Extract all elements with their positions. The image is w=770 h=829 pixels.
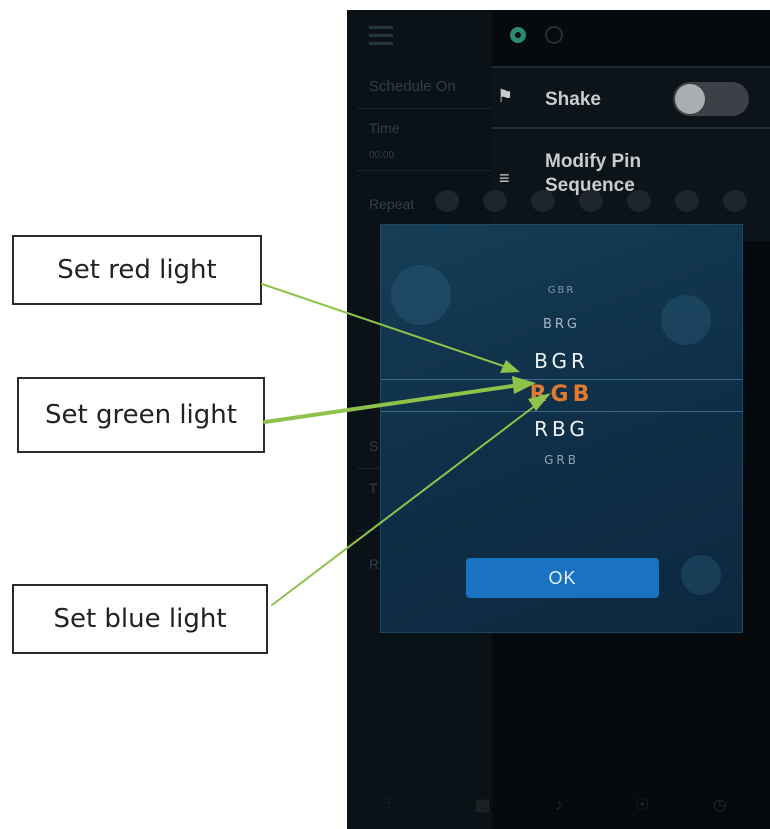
callout-green-light-text: Set green light <box>45 400 237 430</box>
callout-red-light: Set red light <box>12 235 262 305</box>
light-tab[interactable]: ☉ <box>635 795 649 815</box>
s-label: S <box>369 438 379 454</box>
callout-green-light: Set green light <box>17 377 265 453</box>
toggle-knob <box>675 84 705 114</box>
shake-icon: ⚑ <box>497 86 514 106</box>
music-tab[interactable]: ♪ <box>555 797 563 815</box>
picker-option[interactable]: RBG <box>381 417 742 441</box>
callout-red-light-text: Set red light <box>57 255 217 285</box>
picker-option[interactable]: BGR <box>381 349 742 373</box>
power-icon[interactable] <box>545 26 563 44</box>
style-tab[interactable]: ▦ <box>475 795 490 815</box>
divider <box>357 108 492 109</box>
picker-selection-line-top <box>381 379 742 380</box>
t-label: T <box>369 480 378 496</box>
pin-sequence-icon: ≡ <box>499 168 510 188</box>
settings-dot-icon[interactable] <box>510 27 526 43</box>
repeat-label: Repeat <box>369 196 415 212</box>
bottom-nav: ⫶ ▦ ♪ ☉ ◷ <box>347 781 770 829</box>
menu-icon[interactable] <box>369 26 393 45</box>
callout-blue-light-text: Set blue light <box>53 604 227 634</box>
phone-screen: Schedule On Time 00:00 Repeat S T R ⚑ Sh… <box>347 10 770 829</box>
shake-toggle[interactable] <box>673 82 749 116</box>
divider <box>357 170 492 171</box>
day-toggle[interactable] <box>483 190 507 212</box>
day-toggle[interactable] <box>675 190 699 212</box>
time-label: Time <box>369 120 400 136</box>
timer-tab[interactable]: ◷ <box>713 795 727 815</box>
background-bokeh <box>681 555 721 595</box>
day-toggle[interactable] <box>723 190 747 212</box>
divider <box>492 66 770 68</box>
divider <box>492 127 770 129</box>
picker-option[interactable]: BRG <box>381 317 742 332</box>
picker-option[interactable]: GRB <box>381 453 742 467</box>
day-toggle[interactable] <box>435 190 459 212</box>
schedule-on-label: Schedule On <box>369 78 456 95</box>
day-toggle[interactable] <box>531 190 555 212</box>
picker-option-selected[interactable]: RGB <box>381 382 742 407</box>
rgb-order-dialog: GBR BRG BGR RGB RBG GRB OK <box>381 225 742 632</box>
shake-label[interactable]: Shake <box>545 88 601 112</box>
day-toggle[interactable] <box>627 190 651 212</box>
adjust-tab[interactable]: ⫶ <box>387 797 391 815</box>
time-value: 00:00 <box>369 150 395 161</box>
callout-blue-light: Set blue light <box>12 584 268 654</box>
day-toggle[interactable] <box>579 190 603 212</box>
r-label: R <box>369 556 380 572</box>
picker-option[interactable]: GBR <box>381 285 742 296</box>
ok-button[interactable]: OK <box>466 558 659 598</box>
picker-selection-line-bottom <box>381 411 742 412</box>
